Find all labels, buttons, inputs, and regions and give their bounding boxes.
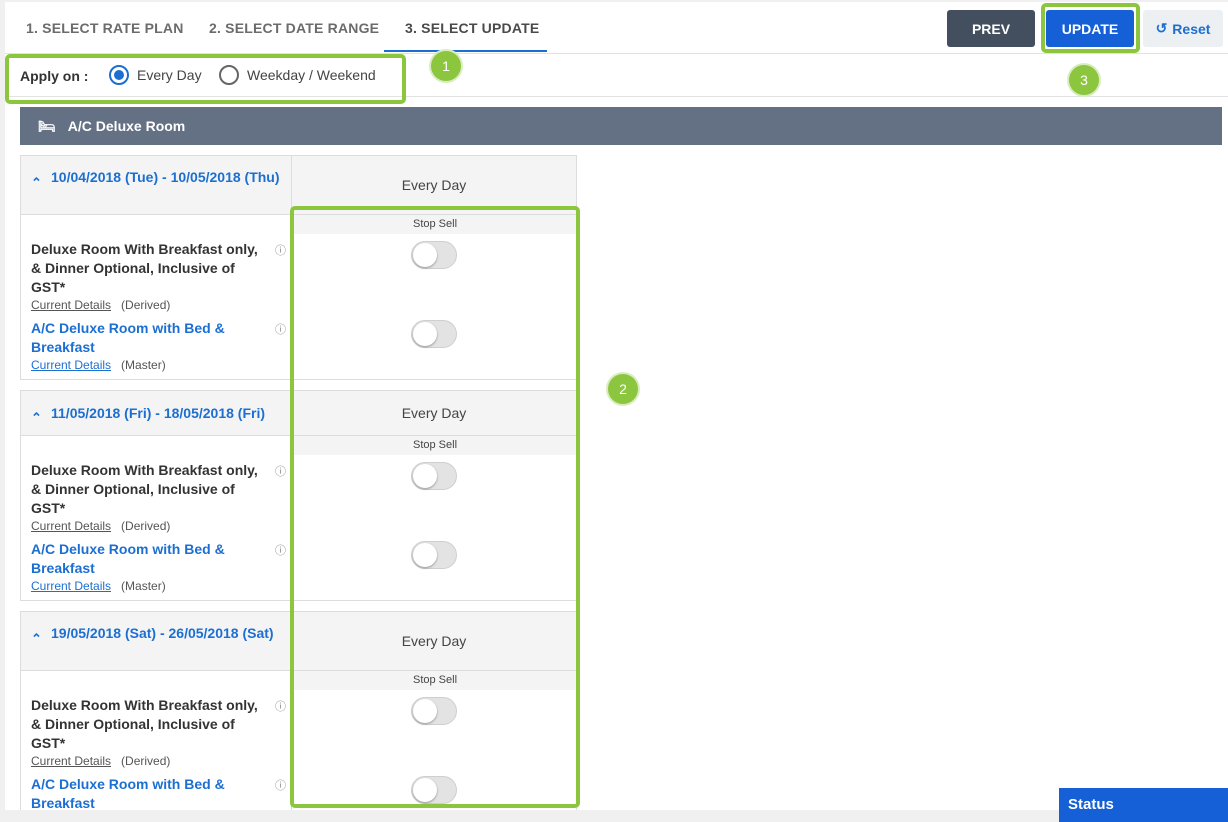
info-icon[interactable]: ⓘ [275, 698, 286, 714]
info-icon[interactable]: ⓘ [275, 542, 286, 558]
rate-name: Deluxe Room With Breakfast only, & Dinne… [31, 697, 258, 751]
rate-meta: Current Details (Derived) [31, 754, 286, 768]
reset-icon: ↺ [1155, 20, 1168, 36]
tab-select-date-range[interactable]: 2. SELECT DATE RANGE [209, 20, 379, 36]
date-range: 10/04/2018 (Tue) - 10/05/2018 (Thu) [51, 169, 280, 185]
rate-type: (Derived) [121, 754, 171, 768]
rate-type: (Master) [121, 579, 166, 593]
rate-name: Deluxe Room With Breakfast only, & Dinne… [31, 462, 258, 516]
rate-meta: Current Details (Master) [31, 358, 286, 372]
date-range-toggle[interactable]: ⌃ 10/04/2018 (Tue) - 10/05/2018 (Thu) [21, 156, 292, 214]
rate-list: Deluxe Room With Breakfast only, & Dinne… [21, 436, 292, 600]
bed-icon: 🛏 [38, 117, 56, 134]
reset-label: Reset [1172, 20, 1211, 37]
chevron-up-icon: ⌃ [31, 631, 42, 646]
rate-item: A/C Deluxe Room with Bed & Breakfast ⓘ C… [31, 319, 286, 372]
rate-type: (Master) [121, 358, 166, 372]
status-panel-tab[interactable]: Status [1059, 788, 1228, 822]
rate-name-link[interactable]: A/C Deluxe Room with Bed & Breakfast [31, 319, 269, 357]
active-tab-indicator [384, 50, 547, 52]
tab-select-update[interactable]: 3. SELECT UPDATE [405, 20, 539, 36]
info-icon[interactable]: ⓘ [275, 242, 286, 258]
date-range-toggle[interactable]: ⌃ 19/05/2018 (Sat) - 26/05/2018 (Sat) [21, 612, 292, 670]
rate-name-link[interactable]: A/C Deluxe Room with Bed & Breakfast [31, 540, 269, 578]
prev-button[interactable]: PREV [947, 10, 1035, 47]
room-header: 🛏 A/C Deluxe Room [20, 107, 1222, 145]
rate-item: A/C Deluxe Room with Bed & Breakfast ⓘ C… [31, 540, 286, 593]
info-icon[interactable]: ⓘ [275, 463, 286, 479]
rate-list: Deluxe Room With Breakfast only, & Dinne… [21, 215, 292, 379]
info-icon[interactable]: ⓘ [275, 777, 286, 793]
annotation-number: 1 [431, 51, 461, 81]
current-details-link[interactable]: Current Details [31, 298, 111, 312]
rate-item: Deluxe Room With Breakfast only, & Dinne… [31, 240, 286, 312]
page: 1. SELECT RATE PLAN 2. SELECT DATE RANGE… [5, 2, 1228, 810]
annotation-box-update [1041, 3, 1140, 53]
current-details-link[interactable]: Current Details [31, 519, 111, 533]
rate-item: Deluxe Room With Breakfast only, & Dinne… [31, 696, 286, 768]
chevron-up-icon: ⌃ [31, 410, 42, 425]
date-range-toggle[interactable]: ⌃ 11/05/2018 (Fri) - 18/05/2018 (Fri) [21, 391, 292, 435]
rate-name-link[interactable]: A/C Deluxe Room with Bed & Breakfast [31, 775, 269, 810]
date-range: 11/05/2018 (Fri) - 18/05/2018 (Fri) [51, 405, 266, 421]
rate-name: Deluxe Room With Breakfast only, & Dinne… [31, 241, 258, 295]
chevron-up-icon: ⌃ [31, 175, 42, 190]
current-details-link[interactable]: Current Details [31, 579, 111, 593]
tab-select-rate-plan[interactable]: 1. SELECT RATE PLAN [26, 20, 184, 36]
annotation-number: 2 [608, 374, 638, 404]
rate-meta: Current Details (Derived) [31, 519, 286, 533]
current-details-link[interactable]: Current Details [31, 754, 111, 768]
rate-item: Deluxe Room With Breakfast only, & Dinne… [31, 461, 286, 533]
room-name: A/C Deluxe Room [67, 118, 186, 134]
rate-type: (Derived) [121, 298, 171, 312]
annotation-box-stop-sell [290, 206, 580, 808]
current-details-link[interactable]: Current Details [31, 358, 111, 372]
annotation-number: 3 [1069, 65, 1099, 95]
rate-meta: Current Details (Master) [31, 579, 286, 593]
rate-list: Deluxe Room With Breakfast only, & Dinne… [21, 671, 292, 810]
date-range: 19/05/2018 (Sat) - 26/05/2018 (Sat) [51, 625, 274, 641]
rate-meta: Current Details (Derived) [31, 298, 286, 312]
rate-type: (Derived) [121, 519, 171, 533]
rate-item: A/C Deluxe Room with Bed & Breakfast ⓘ [31, 775, 286, 810]
reset-button[interactable]: ↺ Reset [1143, 10, 1223, 47]
annotation-box-apply-on [5, 54, 406, 104]
info-icon[interactable]: ⓘ [275, 321, 286, 337]
